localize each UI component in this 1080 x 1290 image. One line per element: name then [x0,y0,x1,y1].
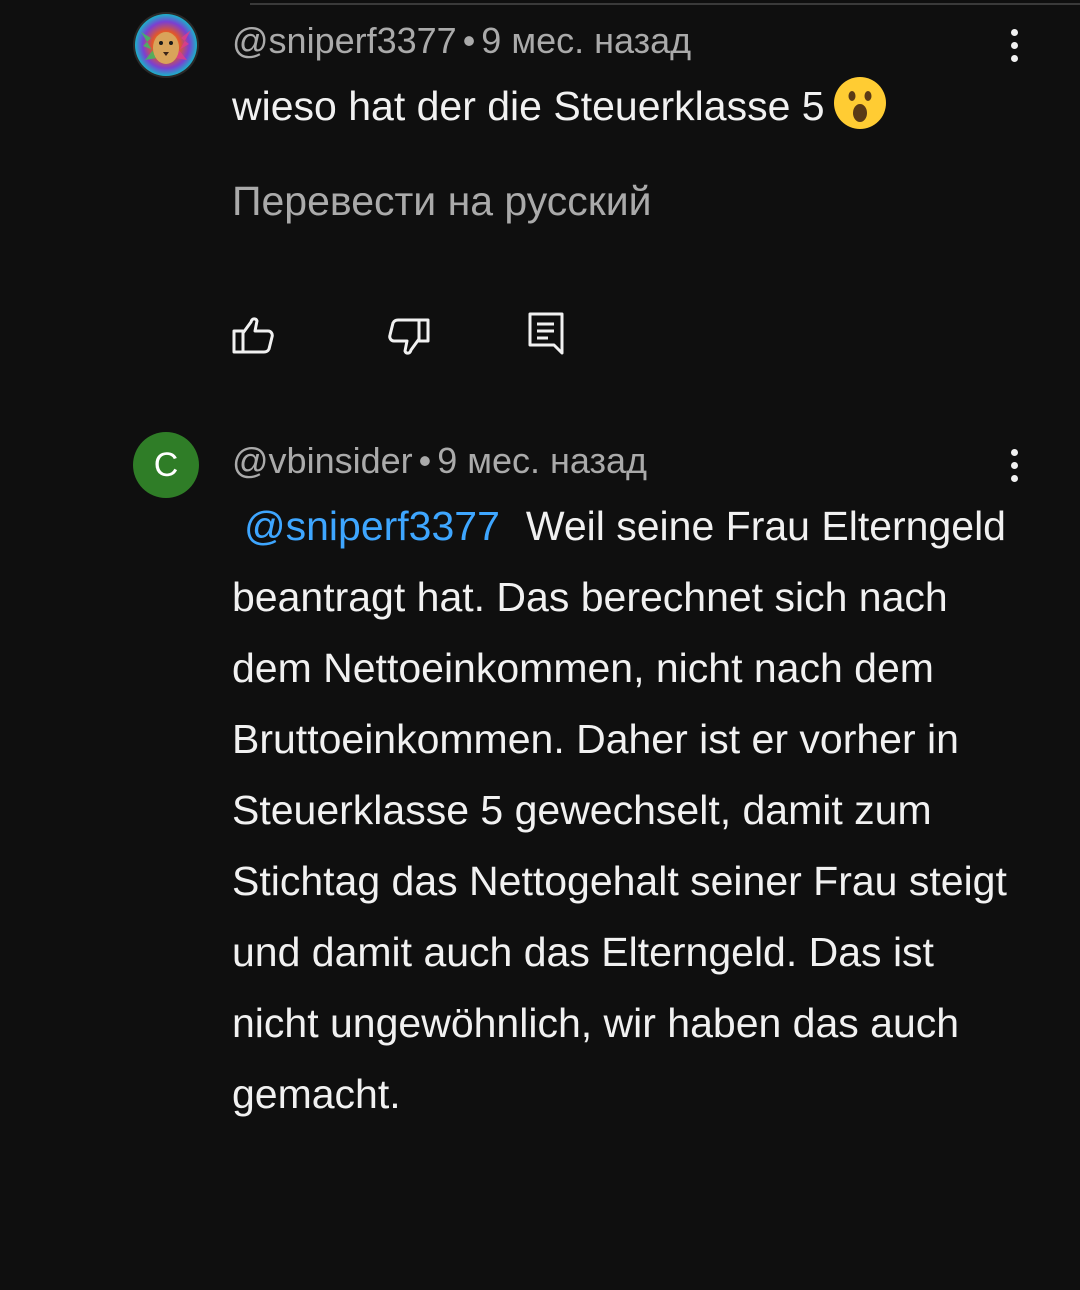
reply-icon [528,312,564,355]
avatar-letter: C [153,445,179,484]
thumbs-up-icon [232,317,274,354]
author-name[interactable]: @sniperf3377 [232,20,457,61]
comment-body: Weil seine Frau Elterngeld beantragt hat… [232,503,1007,1117]
comment-meta: @vbinsider • 9 мес. назад [232,440,647,482]
more-options-button[interactable] [996,21,1032,69]
author-name[interactable]: @vbinsider [232,440,413,481]
reply-button[interactable] [522,309,570,357]
more-vertical-icon [1010,448,1018,482]
more-vertical-icon [1010,28,1018,62]
thumbs-down-icon [388,318,430,355]
divider [250,3,1080,5]
dislike-button[interactable] [384,313,432,361]
lion-avatar-icon [133,12,199,78]
meta-separator: • [418,440,432,481]
comment-time: 9 мес. назад [437,440,648,481]
comment-time: 9 мес. назад [481,20,692,61]
comment-text: wieso hat der die Steuerklasse 5 [232,71,1032,152]
more-options-button[interactable] [996,441,1032,489]
avatar[interactable] [133,12,199,78]
avatar[interactable]: C [133,432,199,498]
mention-link[interactable]: @sniperf3377 [244,503,500,549]
translate-button[interactable]: Перевести на русский [232,178,652,225]
comment-body: wieso hat der die Steuerklasse 5 [232,83,825,129]
comment-meta: @sniperf3377 • 9 мес. назад [232,20,691,62]
meta-separator: • [462,20,476,61]
surprised-emoji-icon [833,76,887,152]
comment-text: @sniperf3377 Weil seine Frau Elterngeld b… [232,491,1022,1130]
like-button[interactable] [230,311,278,359]
